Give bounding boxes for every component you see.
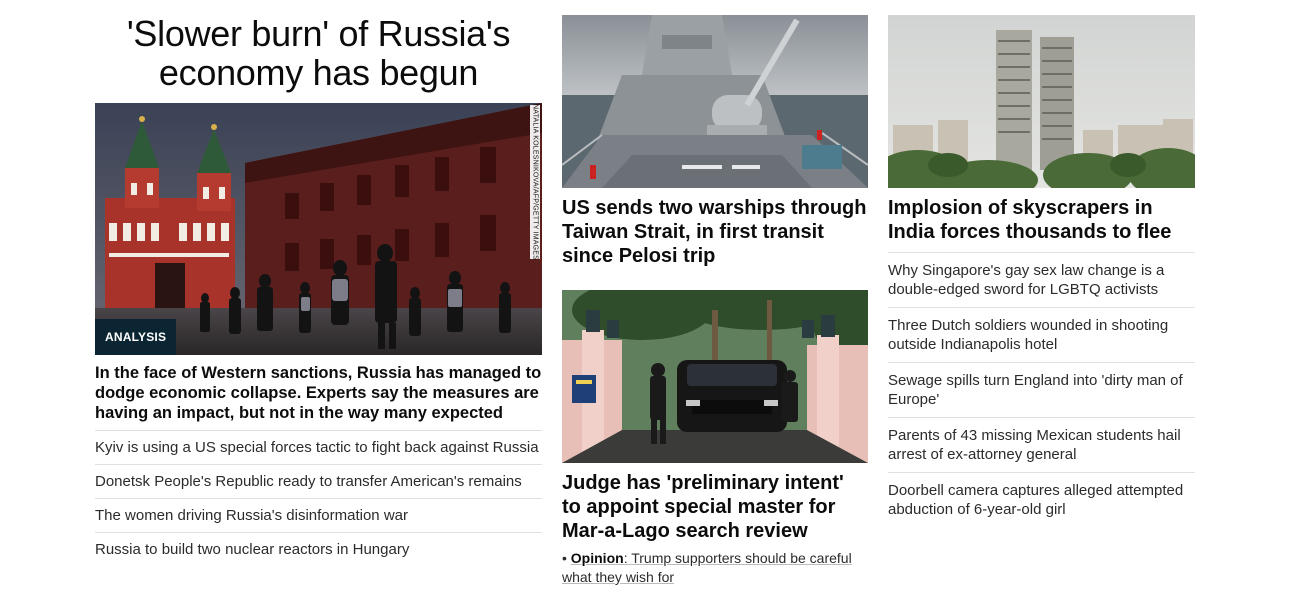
related-link[interactable]: The women driving Russia's disinformatio… bbox=[95, 498, 542, 532]
analysis-badge: ANALYSIS bbox=[95, 319, 177, 355]
opinion-label: Opinion bbox=[570, 550, 624, 566]
warship-image[interactable] bbox=[562, 15, 868, 188]
lead-image[interactable]: NATALIA KOLESNIKOVA/AFP/GETTY IMAGES ANA… bbox=[95, 103, 542, 355]
related-link[interactable]: Donetsk People's Republic ready to trans… bbox=[95, 464, 542, 498]
twin-towers-image-icon bbox=[888, 15, 1195, 188]
warship-image-icon bbox=[562, 15, 868, 188]
story-link[interactable]: Doorbell camera captures alleged attempt… bbox=[888, 472, 1195, 527]
related-link[interactable]: Kyiv is using a US special forces tactic… bbox=[95, 430, 542, 464]
related-link[interactable]: Russia to build two nuclear reactors in … bbox=[95, 532, 542, 566]
skyscraper-image[interactable] bbox=[888, 15, 1195, 188]
mar-a-lago-image[interactable] bbox=[562, 290, 868, 463]
lead-headline[interactable]: 'Slower burn' of Russia's economy has be… bbox=[95, 14, 542, 102]
right-links: Why Singapore's gay sex law change is a … bbox=[888, 252, 1195, 527]
lead-dek[interactable]: In the face of Western sanctions, Russia… bbox=[95, 363, 542, 423]
opinion-link[interactable]: • Opinion: Trump supporters should be ca… bbox=[562, 549, 868, 587]
story-link[interactable]: Parents of 43 missing Mexican students h… bbox=[888, 417, 1195, 472]
right-column: Implosion of skyscrapers in India forces… bbox=[888, 0, 1195, 527]
story-link[interactable]: Why Singapore's gay sex law change is a … bbox=[888, 252, 1195, 307]
bullet: • bbox=[562, 550, 567, 566]
story-link[interactable]: Three Dutch soldiers wounded in shooting… bbox=[888, 307, 1195, 362]
red-square-photo-icon bbox=[95, 103, 542, 355]
lead-story-column: 'Slower burn' of Russia's economy has be… bbox=[95, 0, 542, 566]
related-links: Kyiv is using a US special forces tactic… bbox=[95, 430, 542, 566]
story-link[interactable]: Sewage spills turn England into 'dirty m… bbox=[888, 362, 1195, 417]
photo-credit: NATALIA KOLESNIKOVA/AFP/GETTY IMAGES bbox=[530, 103, 540, 261]
mar-a-lago-headline[interactable]: Judge has 'preliminary intent' to appoin… bbox=[562, 471, 868, 543]
warships-headline[interactable]: US sends two warships through Taiwan Str… bbox=[562, 196, 868, 276]
mar-a-lago-gate-image-icon bbox=[562, 290, 868, 463]
middle-column: US sends two warships through Taiwan Str… bbox=[562, 0, 868, 587]
skyscraper-headline[interactable]: Implosion of skyscrapers in India forces… bbox=[888, 196, 1195, 244]
